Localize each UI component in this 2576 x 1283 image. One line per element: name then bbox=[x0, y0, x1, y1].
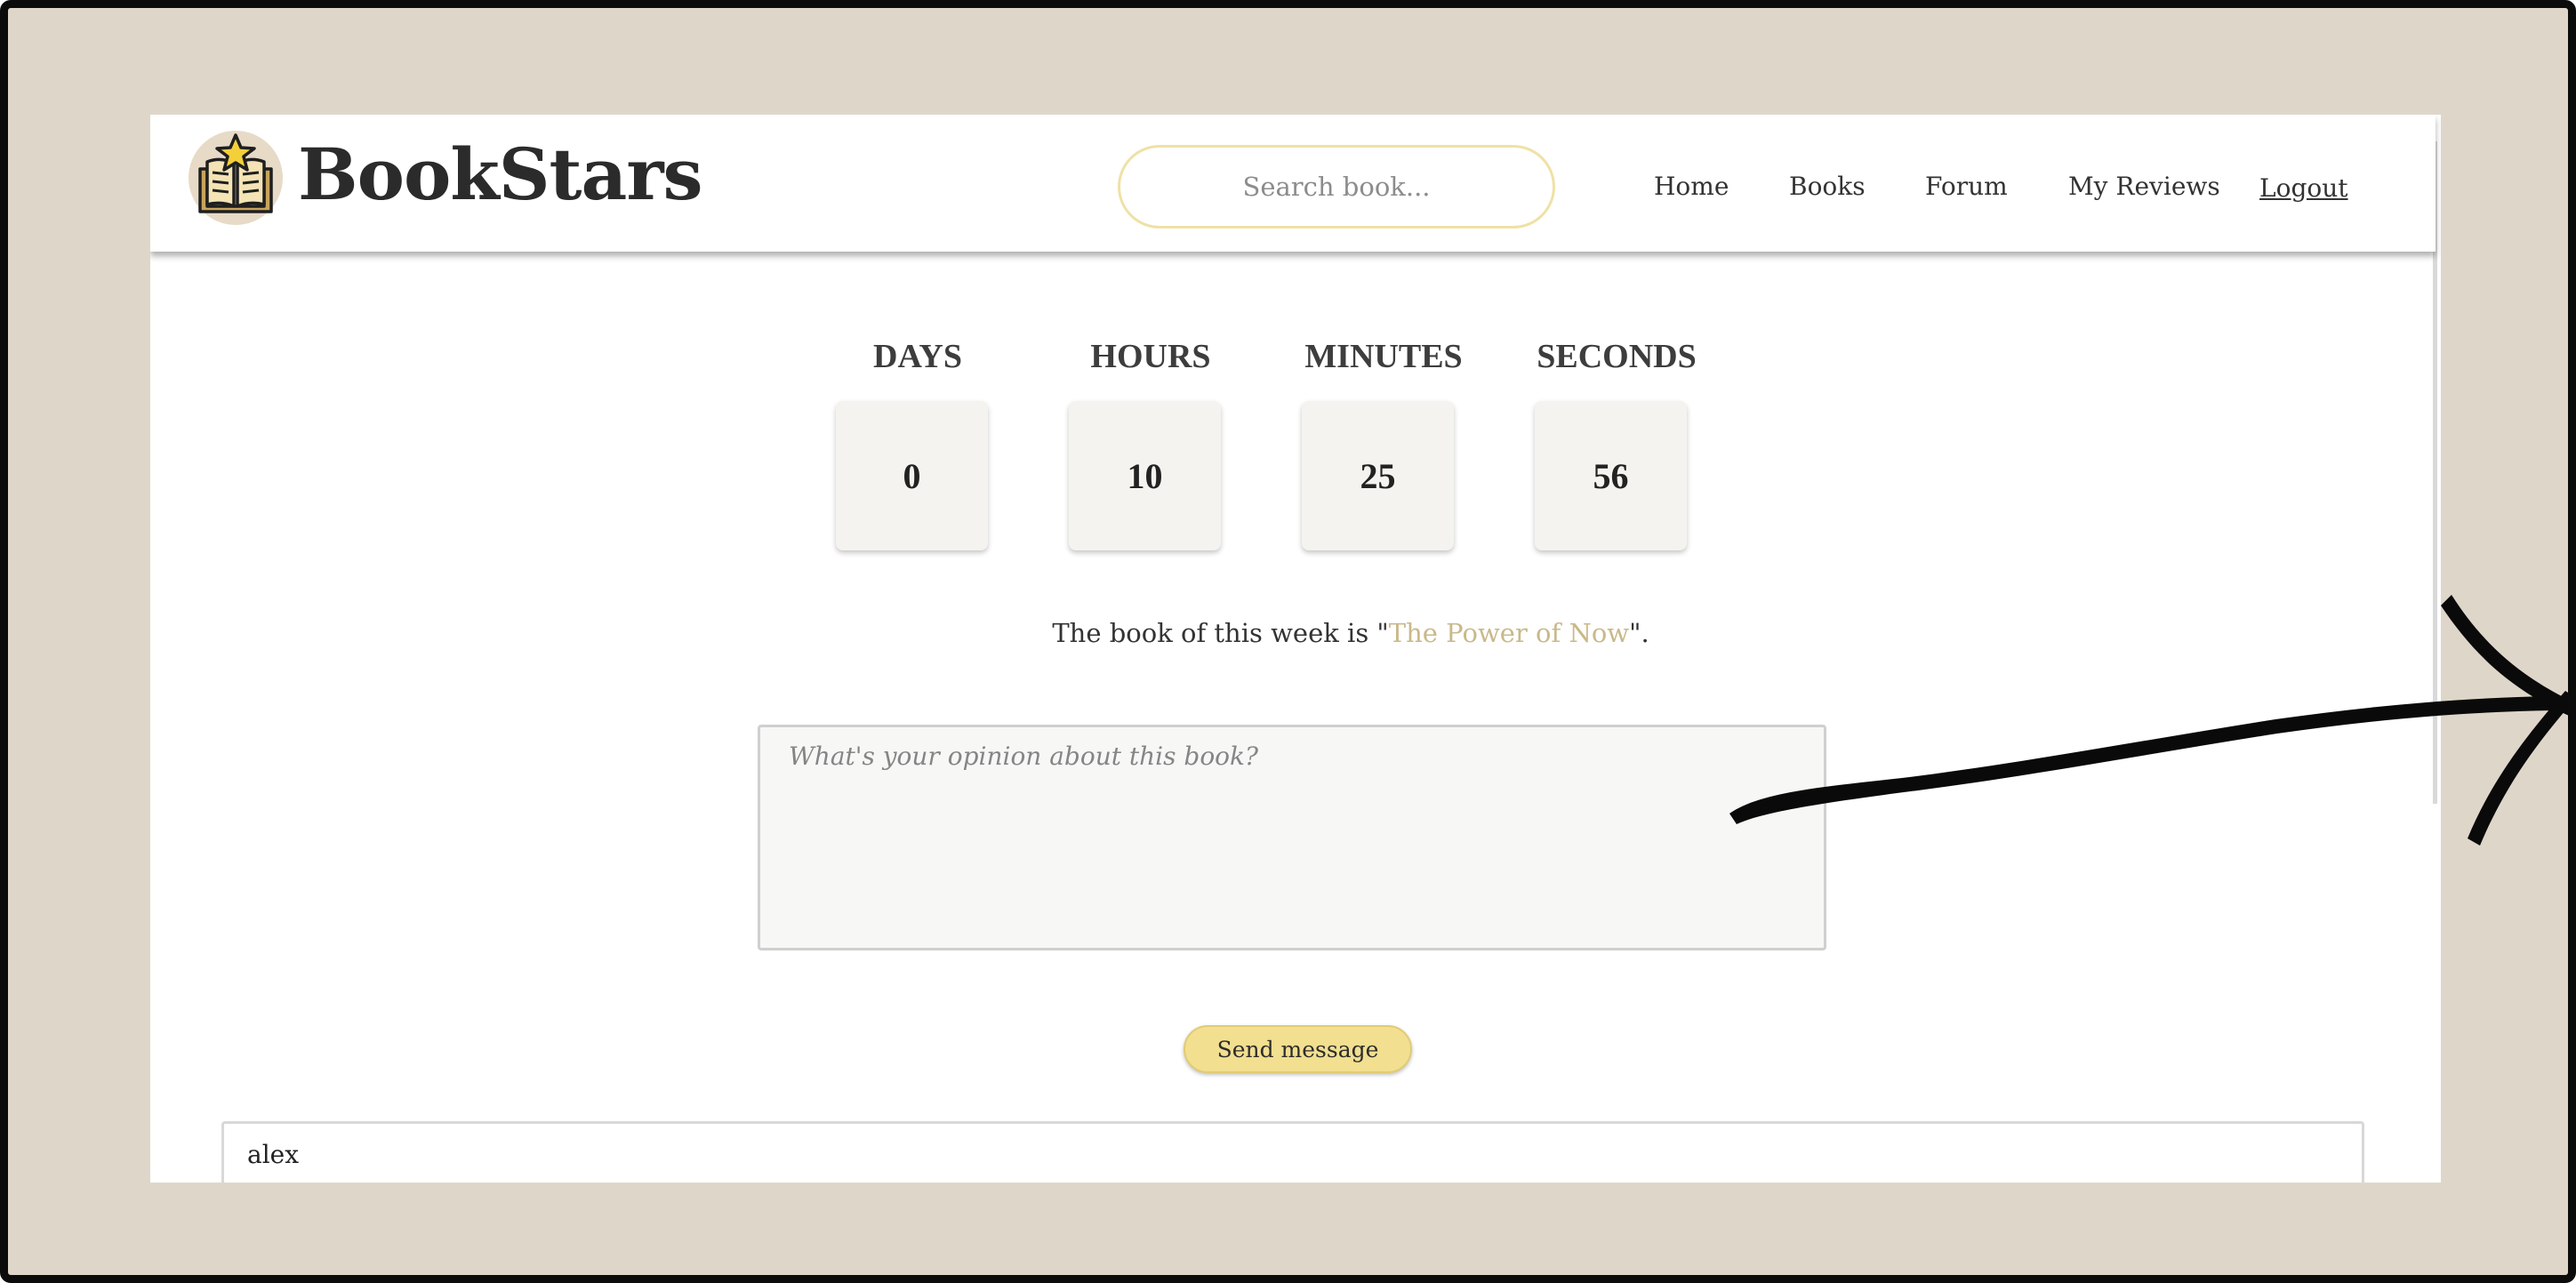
nav-books-link[interactable]: Books bbox=[1789, 172, 1866, 201]
countdown-hours-label: HOURS bbox=[1090, 338, 1211, 375]
site-header: BookStars Home Books Forum My Reviews Lo… bbox=[150, 115, 2436, 252]
send-message-button[interactable]: Send message bbox=[1184, 1025, 1412, 1073]
nav-forum-link[interactable]: Forum bbox=[1925, 172, 2008, 201]
book-of-week-title[interactable]: The Power of Now bbox=[1389, 618, 1629, 648]
countdown-seconds-label: SECONDS bbox=[1537, 338, 1697, 375]
countdown-hours-value: 10 bbox=[1069, 401, 1221, 550]
nav-home-link[interactable]: Home bbox=[1654, 172, 1729, 201]
quote-open: " bbox=[1376, 618, 1389, 648]
message-username: alex bbox=[247, 1140, 300, 1169]
countdown-days-label: DAYS bbox=[873, 338, 962, 375]
countdown-days-value: 0 bbox=[836, 401, 988, 550]
countdown-minutes-value: 25 bbox=[1302, 401, 1454, 550]
brand-name[interactable]: BookStars bbox=[298, 132, 703, 216]
nav-my-reviews-link[interactable]: My Reviews bbox=[2068, 172, 2220, 201]
arrow-annotation-icon bbox=[1729, 595, 2568, 846]
book-of-week-prefix: The book of this week is bbox=[1052, 618, 1377, 648]
opinion-textarea[interactable] bbox=[758, 725, 1826, 950]
search-input[interactable] bbox=[1118, 145, 1555, 229]
logout-link[interactable]: Logout bbox=[2259, 173, 2348, 203]
countdown-seconds-value: 56 bbox=[1535, 401, 1687, 550]
screenshot-frame: BookStars Home Books Forum My Reviews Lo… bbox=[0, 0, 2576, 1283]
countdown-minutes-label: MINUTES bbox=[1304, 338, 1463, 375]
message-card: alex bbox=[221, 1121, 2364, 1183]
quote-close: ". bbox=[1629, 618, 1649, 648]
book-star-icon[interactable] bbox=[188, 130, 284, 226]
